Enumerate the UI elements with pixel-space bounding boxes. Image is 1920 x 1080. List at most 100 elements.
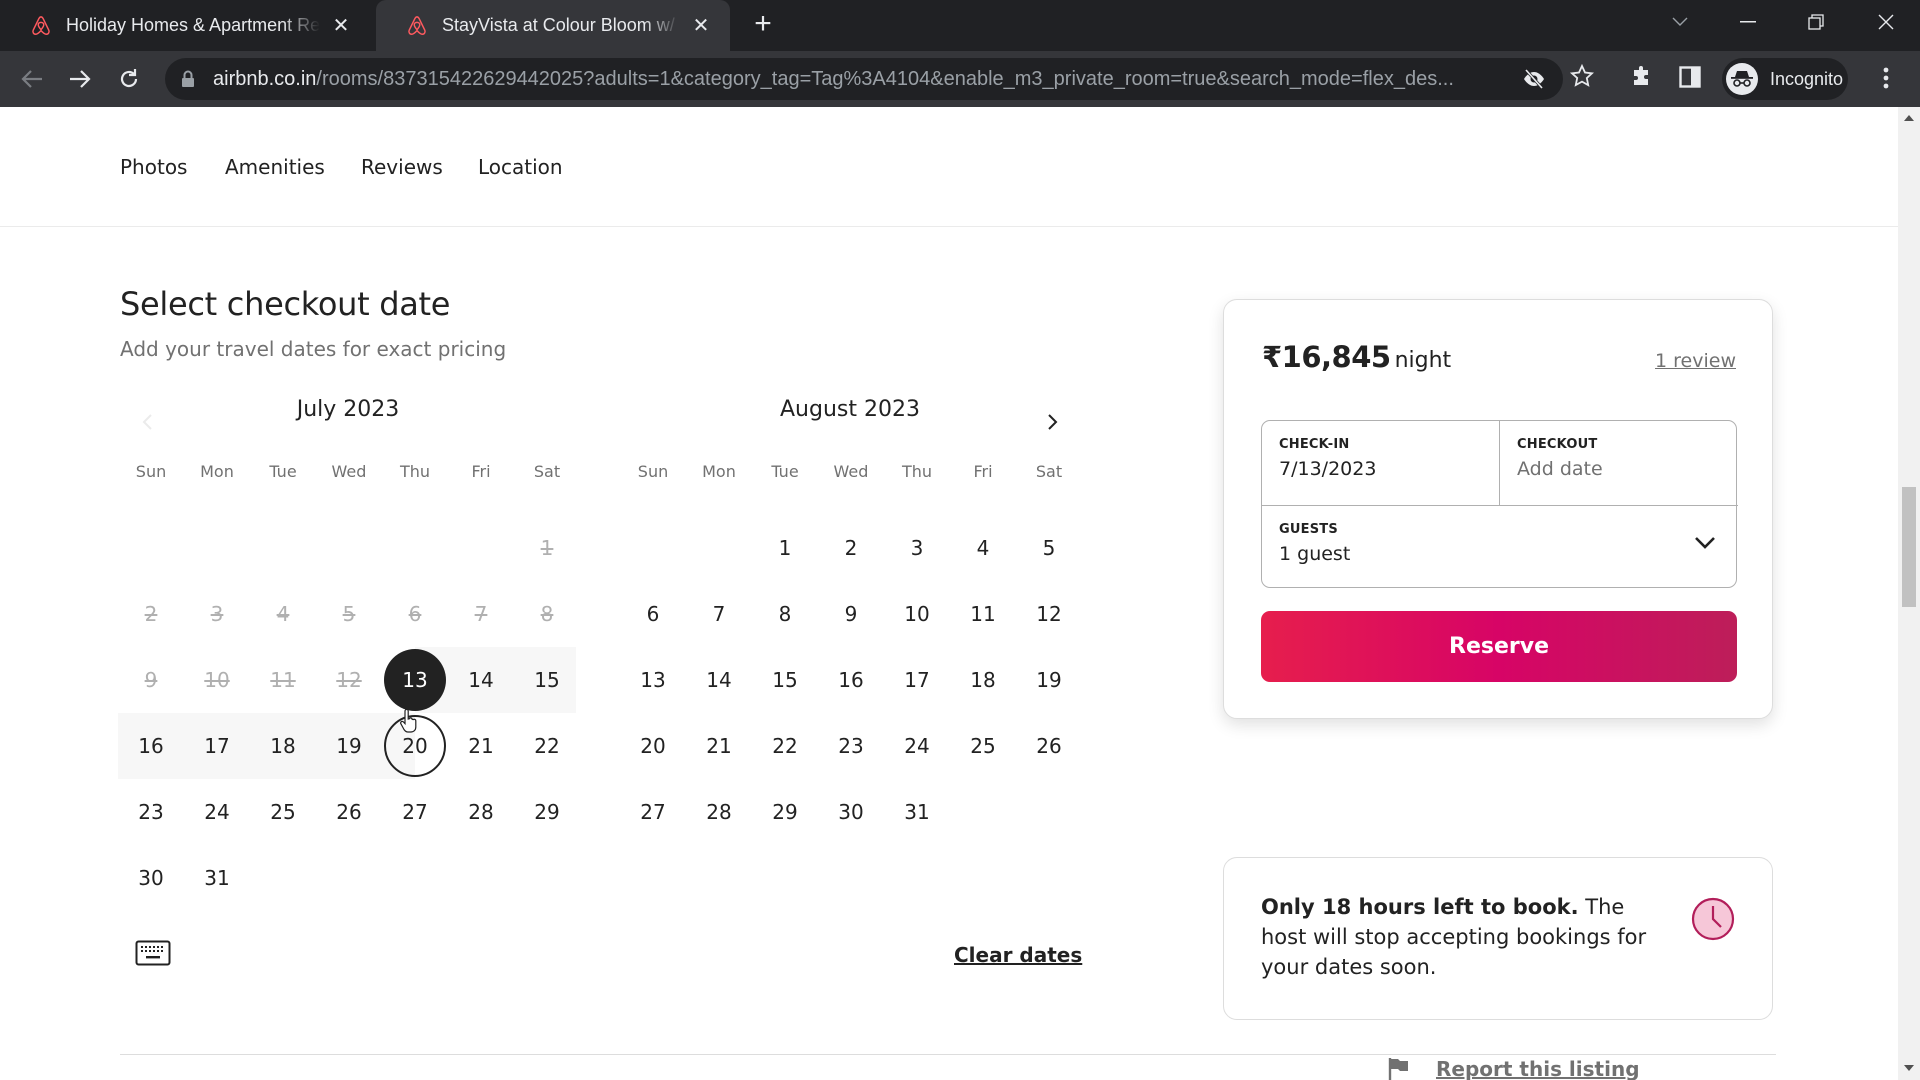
close-icon (1878, 14, 1894, 30)
page-scrollbar[interactable] (1898, 107, 1920, 1080)
nav-reviews[interactable]: Reviews (361, 155, 443, 179)
calendar-day[interactable]: 19 (316, 713, 382, 779)
calendar-day[interactable]: 17 (884, 647, 950, 713)
close-window-button[interactable] (1852, 0, 1920, 44)
calendar-day[interactable]: 4 (950, 515, 1016, 581)
guests-dropdown[interactable]: GUESTS 1 guest (1262, 505, 1738, 589)
tab-search-button[interactable] (1646, 0, 1714, 44)
calendar-day[interactable]: 6 (620, 581, 686, 647)
calendar-day[interactable]: 15 (752, 647, 818, 713)
bookmark-star-icon[interactable] (1570, 64, 1594, 88)
calendar-day[interactable]: 26 (1016, 713, 1082, 779)
calendar-day[interactable]: 30 (818, 779, 884, 845)
listing-section-nav: Photos Amenities Reviews Location (0, 107, 1898, 227)
reviews-link[interactable]: 1 review (1655, 350, 1736, 372)
new-tab-button[interactable]: + (748, 9, 778, 40)
calendar-day[interactable]: 31 (884, 779, 950, 845)
calendar-day[interactable]: 16 (118, 713, 184, 779)
report-listing[interactable]: Report this listing (1388, 1057, 1640, 1080)
forward-button[interactable] (64, 63, 96, 95)
back-button[interactable] (16, 63, 48, 95)
calendar-day[interactable]: 13 (382, 647, 448, 713)
calendar-day[interactable]: 1 (752, 515, 818, 581)
weekday-label: Mon (200, 462, 234, 481)
close-tab-icon[interactable]: ✕ (690, 15, 712, 37)
calendar-day[interactable]: 19 (1016, 647, 1082, 713)
minimize-button[interactable] (1714, 0, 1782, 44)
calendar-day[interactable]: 30 (118, 845, 184, 911)
calendar-day[interactable]: 3 (884, 515, 950, 581)
calendar-day[interactable]: 25 (250, 779, 316, 845)
calendar-day[interactable]: 18 (250, 713, 316, 779)
calendar-day[interactable]: 17 (184, 713, 250, 779)
calendar-day[interactable]: 29 (514, 779, 580, 845)
calendar-day[interactable]: 28 (686, 779, 752, 845)
calendar-day[interactable]: 13 (620, 647, 686, 713)
calendar-day: 7 (474, 602, 488, 626)
calendar-day[interactable]: 21 (686, 713, 752, 779)
reserve-button[interactable]: Reserve (1261, 611, 1737, 682)
calendar-day[interactable]: 14 (448, 647, 514, 713)
tab-holiday-homes[interactable]: Holiday Homes & Apartment Rentals - Airb… (0, 0, 370, 51)
calendar-day: 11 (270, 668, 296, 692)
arrow-right-icon (70, 70, 91, 88)
calendar-day[interactable]: 10 (884, 581, 950, 647)
close-tab-icon[interactable]: ✕ (330, 15, 352, 37)
address-bar[interactable]: airbnb.co.in/rooms/837315422629442025?ad… (165, 58, 1563, 100)
reload-button[interactable] (113, 63, 145, 95)
calendar-day: 5 (342, 602, 356, 626)
extensions-puzzle-icon[interactable] (1630, 65, 1654, 89)
side-panel-icon[interactable] (1679, 66, 1701, 88)
calendar-day[interactable]: 23 (118, 779, 184, 845)
calendar-day[interactable]: 2 (818, 515, 884, 581)
tab-stayvista[interactable]: StayVista at Colour Bloom w/ Lawn ✕ (376, 0, 730, 51)
weekday-label: Tue (771, 462, 799, 481)
booking-card: ₹16,845 night 1 review CHECK-IN 7/13/2023… (1223, 299, 1773, 719)
report-listing-link[interactable]: Report this listing (1436, 1057, 1640, 1080)
month-name: August 2023 (780, 397, 920, 422)
calendar-day[interactable]: 20 (620, 713, 686, 779)
booking-fields: CHECK-IN 7/13/2023 CHECKOUT Add date GUE… (1261, 420, 1738, 589)
calendar-day[interactable]: 31 (184, 845, 250, 911)
eye-slash-icon[interactable] (1522, 68, 1546, 90)
keyboard-shortcuts-icon[interactable] (135, 940, 171, 966)
calendar-day[interactable]: 7 (686, 581, 752, 647)
calendar-day[interactable]: 28 (448, 779, 514, 845)
calendar-day[interactable]: 23 (818, 713, 884, 779)
more-menu-icon[interactable] (1882, 66, 1890, 90)
clear-dates-link[interactable]: Clear dates (954, 943, 1082, 967)
calendar-day[interactable]: 11 (950, 581, 1016, 647)
calendar-day[interactable]: 21 (448, 713, 514, 779)
calendar-day[interactable]: 27 (382, 779, 448, 845)
calendar-day[interactable]: 15 (514, 647, 580, 713)
calendar-day[interactable]: 26 (316, 779, 382, 845)
calendar-day[interactable]: 29 (752, 779, 818, 845)
checkin-field[interactable]: CHECK-IN 7/13/2023 (1262, 421, 1500, 505)
nav-location[interactable]: Location (478, 155, 563, 179)
calendar-day[interactable]: 9 (818, 581, 884, 647)
scroll-down-arrow-icon[interactable] (1904, 1065, 1914, 1071)
calendar-day[interactable]: 12 (1016, 581, 1082, 647)
calendar-day[interactable]: 5 (1016, 515, 1082, 581)
nav-amenities[interactable]: Amenities (225, 155, 325, 179)
calendar-day[interactable]: 16 (818, 647, 884, 713)
nav-photos[interactable]: Photos (120, 155, 187, 179)
calendar-title: Select checkout date (120, 285, 451, 323)
calendar-day[interactable]: 14 (686, 647, 752, 713)
calendar-day[interactable]: 8 (752, 581, 818, 647)
calendar-day[interactable]: 27 (620, 779, 686, 845)
calendar-day: 2 (144, 602, 158, 626)
profile-incognito-button[interactable]: Incognito (1722, 58, 1848, 100)
calendar-day[interactable]: 22 (752, 713, 818, 779)
calendar-day[interactable]: 25 (950, 713, 1016, 779)
restore-button[interactable] (1782, 0, 1850, 44)
chevron-down-icon (1672, 17, 1688, 26)
checkout-field[interactable]: CHECKOUT Add date (1500, 421, 1738, 505)
calendar-day[interactable]: 24 (884, 713, 950, 779)
calendar-day[interactable]: 22 (514, 713, 580, 779)
calendar-day[interactable]: 24 (184, 779, 250, 845)
calendar-day[interactable]: 18 (950, 647, 1016, 713)
scroll-up-arrow-icon[interactable] (1904, 115, 1914, 121)
weekday-label: Thu (901, 462, 933, 481)
scrollbar-thumb[interactable] (1902, 487, 1916, 607)
